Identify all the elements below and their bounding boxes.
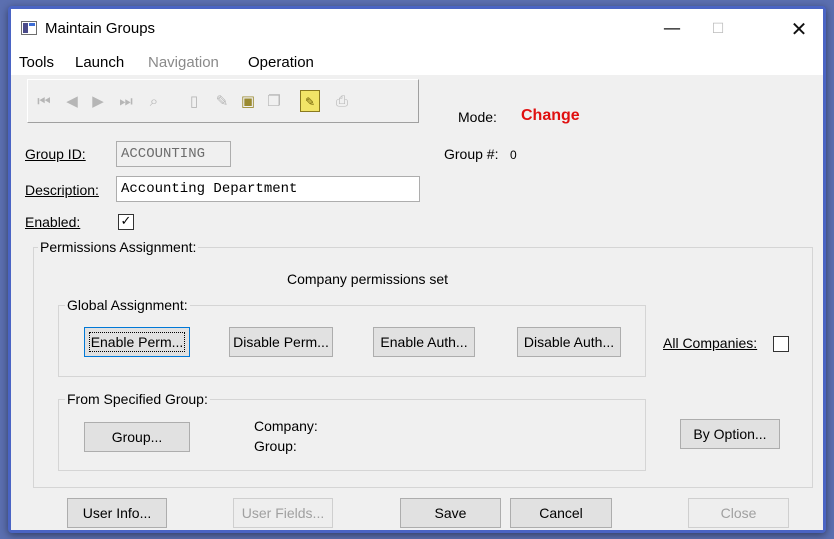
permissions-assignment-label: Permissions Assignment:: [38, 239, 199, 255]
description-label: Description:: [25, 182, 99, 198]
group-id-field[interactable]: ACCOUNTING: [116, 141, 231, 167]
company-label: Company:: [254, 418, 318, 434]
group-id-label: Group ID:: [25, 146, 86, 162]
group-button[interactable]: Group...: [84, 422, 190, 452]
notes-icon[interactable]: ✎: [300, 90, 320, 112]
save-button[interactable]: Save: [400, 498, 501, 528]
enable-auth-button[interactable]: Enable Auth...: [373, 327, 475, 357]
app-icon: [21, 21, 37, 35]
mode-value: Change: [521, 107, 580, 124]
copy-icon[interactable]: ❐: [264, 90, 284, 112]
find-icon[interactable]: ⌕: [144, 90, 164, 112]
menu-operation[interactable]: Operation: [248, 54, 314, 71]
mode-label: Mode:: [458, 109, 497, 125]
print-icon[interactable]: ⎙: [332, 90, 352, 112]
close-button[interactable]: Close: [688, 498, 789, 528]
window-frame: Maintain Groups — ☐ ✕ Tools Launch Navig…: [8, 6, 826, 533]
window-title: Maintain Groups: [45, 20, 156, 37]
user-info-button[interactable]: User Info...: [67, 498, 167, 528]
by-option-button[interactable]: By Option...: [680, 419, 780, 449]
enabled-checkbox[interactable]: ✓: [118, 214, 134, 230]
all-companies-label-text: All Companies:: [663, 335, 758, 351]
previous-record-icon[interactable]: ◀: [62, 90, 82, 112]
new-record-icon[interactable]: ▯: [184, 90, 204, 112]
minimize-button[interactable]: —: [649, 9, 695, 49]
user-fields-button[interactable]: User Fields...: [233, 498, 333, 528]
maximize-button[interactable]: ☐: [695, 9, 741, 49]
toolbar: ⏮ ◀ ▶ ⏭ ⌕ ▯ ✎ ▣ ❐ ✎ ⎙: [27, 79, 419, 123]
first-record-icon[interactable]: ⏮: [34, 90, 54, 112]
menu-tools[interactable]: Tools: [19, 54, 54, 71]
delete-record-icon[interactable]: ✎: [212, 90, 232, 112]
group-number-value: 0: [510, 148, 517, 162]
group-number-label: Group #:: [444, 146, 499, 162]
menu-launch[interactable]: Launch: [75, 54, 124, 71]
all-companies-label: All Companies:: [663, 335, 757, 351]
all-companies-checkbox[interactable]: [773, 336, 789, 352]
disable-auth-button[interactable]: Disable Auth...: [517, 327, 621, 357]
permissions-status-text: Company permissions set: [287, 271, 449, 287]
description-field[interactable]: Accounting Department: [116, 176, 420, 202]
from-specified-group-label: From Specified Group:: [65, 391, 210, 407]
menu-navigation[interactable]: Navigation: [148, 54, 219, 71]
enable-perm-button[interactable]: Enable Perm...: [84, 327, 190, 357]
last-record-icon[interactable]: ⏭: [116, 90, 136, 112]
close-window-button[interactable]: ✕: [776, 9, 822, 49]
enabled-label: Enabled:: [25, 214, 81, 230]
menu-bar: Tools Launch Navigation Operation: [11, 49, 823, 75]
global-assignment-label: Global Assignment:: [65, 297, 190, 313]
next-record-icon[interactable]: ▶: [88, 90, 108, 112]
enable-perm-button-label: Enable Perm...: [88, 332, 186, 352]
title-bar[interactable]: Maintain Groups — ☐ ✕: [11, 9, 823, 49]
cancel-button[interactable]: Cancel: [510, 498, 612, 528]
disable-perm-button[interactable]: Disable Perm...: [229, 327, 333, 357]
undo-icon[interactable]: ▣: [238, 90, 258, 112]
group-label: Group:: [254, 438, 297, 454]
maintain-groups-window: Maintain Groups — ☐ ✕ Tools Launch Navig…: [11, 9, 823, 530]
